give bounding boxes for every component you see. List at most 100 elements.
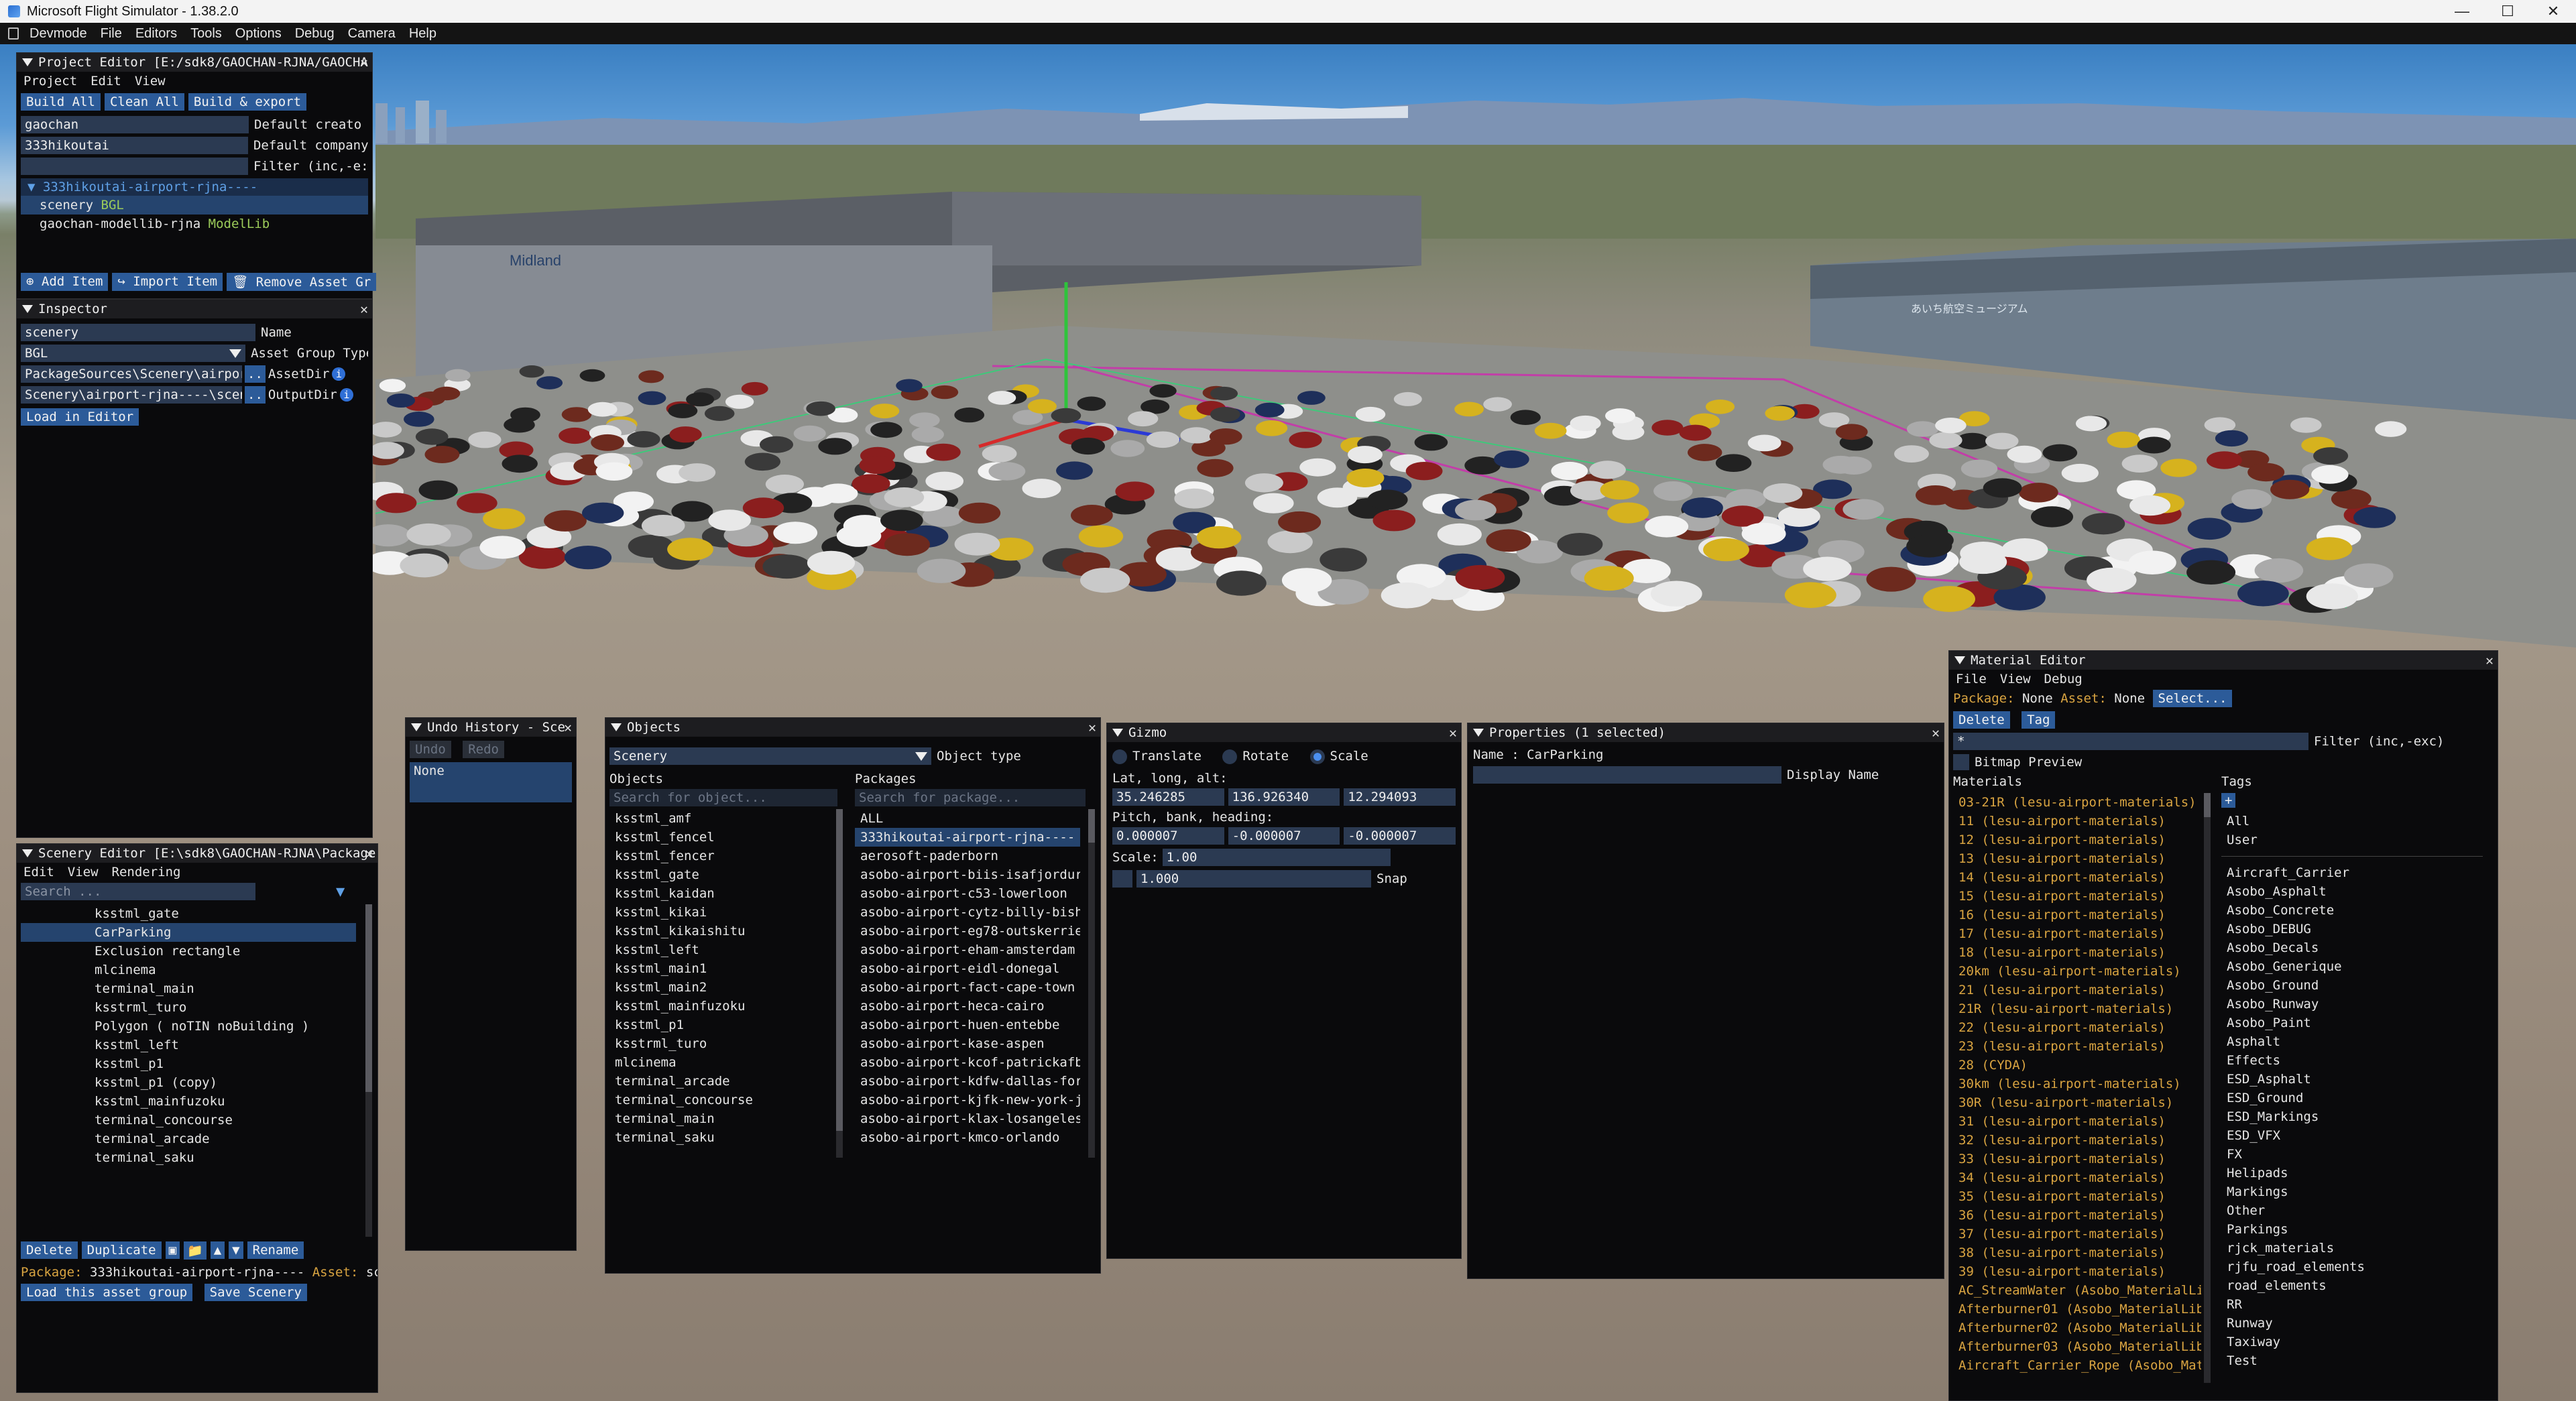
tag-list-item[interactable]: FX	[2221, 1145, 2483, 1164]
close-icon[interactable]: ✕	[360, 301, 368, 317]
materials-scrollbar[interactable]	[2204, 793, 2211, 1383]
object-list-item[interactable]: ksstrml_turo	[609, 1034, 824, 1053]
material-list-item[interactable]: 34 (lesu-airport-materials)	[1953, 1168, 2201, 1187]
material-list-item[interactable]: 18 (lesu-airport-materials)	[1953, 943, 2201, 962]
tag-list-item[interactable]: RR	[2221, 1295, 2483, 1314]
tag-list-item[interactable]: Asobo_Asphalt	[2221, 882, 2483, 901]
material-list-item[interactable]: 33 (lesu-airport-materials)	[1953, 1150, 2201, 1168]
material-list-item[interactable]: Afterburner03 (Asobo_MaterialLib)	[1953, 1337, 2201, 1356]
object-list-item[interactable]: ksstml_kaidan	[609, 884, 824, 903]
load-asset-group-button[interactable]: Load this asset group	[21, 1284, 193, 1301]
menu-file[interactable]: File	[1956, 672, 1987, 686]
close-icon[interactable]: ✕	[365, 845, 373, 861]
object-list-item[interactable]: ksstml_fencer	[609, 847, 824, 865]
object-list-item[interactable]: ksstml_p1	[609, 1016, 824, 1034]
tag-list-item[interactable]: Asobo_Generique	[2221, 957, 2483, 976]
minimize-button[interactable]: —	[2439, 0, 2485, 23]
tag-list-item[interactable]: Asobo_DEBUG	[2221, 920, 2483, 938]
translate-radio[interactable]: Translate	[1112, 749, 1202, 764]
package-list-item[interactable]: asobo-airport-biis-isafjordur	[855, 865, 1080, 884]
package-list-item[interactable]: asobo-airport-klax-losangeles	[855, 1109, 1080, 1128]
project-editor-titlebar[interactable]: Project Editor [E:/sdk8/GAOCHAN-RJNA/GAO…	[17, 53, 372, 72]
material-list-item[interactable]: 22 (lesu-airport-materials)	[1953, 1018, 2201, 1037]
material-list-item[interactable]: 13 (lesu-airport-materials)	[1953, 849, 2201, 868]
material-list-item[interactable]: Afterburner02 (Asobo_MaterialLib)	[1953, 1319, 2201, 1337]
tag-list-item[interactable]: ESD_Markings	[2221, 1107, 2483, 1126]
bank-field[interactable]: -0.000007	[1228, 827, 1340, 845]
collapse-icon[interactable]	[611, 723, 622, 731]
material-list-item[interactable]: 32 (lesu-airport-materials)	[1953, 1131, 2201, 1150]
collapse-icon[interactable]	[411, 723, 422, 731]
maximize-button[interactable]: ☐	[2485, 0, 2530, 23]
object-list-item[interactable]: terminal_concourse	[609, 1091, 824, 1109]
menu-tools[interactable]: Tools	[184, 26, 229, 42]
latitude-field[interactable]: 35.246285	[1112, 788, 1224, 806]
package-list-item[interactable]: asobo-airport-eham-amsterdam	[855, 940, 1080, 959]
save-scenery-button[interactable]: Save Scenery	[204, 1284, 307, 1301]
material-list-item[interactable]: 11 (lesu-airport-materials)	[1953, 812, 2201, 831]
build-all-button[interactable]: Build All	[21, 93, 101, 111]
inspector-titlebar[interactable]: Inspector ✕	[17, 300, 372, 318]
scale-radio[interactable]: Scale	[1309, 749, 1368, 764]
material-list-item[interactable]: 30km (lesu-airport-materials)	[1953, 1075, 2201, 1093]
material-filter-input[interactable]: *	[1953, 733, 2308, 750]
group-icon[interactable]: ▣	[165, 1241, 180, 1259]
object-list-scrollbar[interactable]	[836, 809, 843, 1158]
package-list-scrollbar[interactable]	[1088, 809, 1095, 1158]
package-list-item[interactable]: asobo-airport-eg78-outskerries	[855, 922, 1080, 940]
scenery-list-item[interactable]: ksstml_p1 (copy)	[21, 1073, 356, 1092]
filter-icon[interactable]: ▼	[336, 884, 345, 900]
info-icon[interactable]: i	[339, 388, 353, 402]
gizmo-titlebar[interactable]: Gizmo ✕	[1107, 723, 1461, 742]
pitch-field[interactable]: 0.000007	[1112, 827, 1224, 845]
rename-button[interactable]: Rename	[247, 1241, 304, 1259]
add-tag-button[interactable]: +	[2221, 793, 2236, 808]
material-list-item[interactable]: 36 (lesu-airport-materials)	[1953, 1206, 2201, 1225]
menu-project[interactable]: Project	[23, 74, 77, 88]
material-list-item[interactable]: 21R (lesu-airport-materials)	[1953, 999, 2201, 1018]
scenery-search-input[interactable]: Search ...	[21, 883, 255, 900]
load-in-editor-button[interactable]: Load in Editor	[21, 408, 139, 426]
material-list-item[interactable]: 28 (CYDA)	[1953, 1056, 2201, 1075]
folder-icon[interactable]: 📁	[184, 1241, 207, 1260]
package-list-item[interactable]: asobo-airport-kase-aspen	[855, 1034, 1080, 1053]
asset-dir-browse-button[interactable]: ..	[245, 365, 266, 383]
close-icon[interactable]: ✕	[2485, 652, 2494, 668]
tree-root[interactable]: ▼ 333hikoutai-airport-rjna----	[21, 178, 368, 196]
tag-list-item[interactable]: Asobo_Ground	[2221, 976, 2483, 995]
material-list-item[interactable]: AC_StreamWater (Asobo_MaterialLib	[1953, 1281, 2201, 1300]
build-export-button[interactable]: Build & export	[188, 93, 307, 111]
close-icon[interactable]: ✕	[1932, 725, 1940, 741]
properties-titlebar[interactable]: Properties (1 selected) ✕	[1468, 723, 1944, 742]
material-list-item[interactable]: 35 (lesu-airport-materials)	[1953, 1187, 2201, 1206]
output-dir-field[interactable]: Scenery\airport-rjna----\scener	[21, 386, 242, 404]
tag-list-item[interactable]: Asobo_Concrete	[2221, 901, 2483, 920]
material-list-item[interactable]: 12 (lesu-airport-materials)	[1953, 831, 2201, 849]
display-name-field[interactable]	[1473, 766, 1781, 784]
altitude-field[interactable]: 12.294093	[1344, 788, 1456, 806]
close-icon[interactable]: ✕	[360, 54, 368, 70]
undo-history-titlebar[interactable]: Undo History - Sce ✕	[406, 718, 576, 737]
object-list-item[interactable]: ksstml_main1	[609, 959, 824, 978]
company-field[interactable]: 333hikoutai	[21, 137, 248, 154]
menu-camera[interactable]: Camera	[341, 26, 402, 42]
package-list-item[interactable]: asobo-airport-cytz-billy-bisho	[855, 903, 1080, 922]
tag-list-item[interactable]: ESD_Ground	[2221, 1089, 2483, 1107]
duplicate-button[interactable]: Duplicate	[81, 1241, 162, 1259]
tag-filter-item[interactable]: All	[2221, 812, 2483, 831]
object-list-item[interactable]: mlcinema	[609, 1053, 824, 1072]
material-list-item[interactable]: 39 (lesu-airport-materials)	[1953, 1262, 2201, 1281]
scenery-list-item[interactable]: ksstml_left	[21, 1036, 356, 1054]
undo-button[interactable]: Undo	[410, 741, 451, 758]
close-icon[interactable]: ✕	[1088, 719, 1096, 735]
tag-list-item[interactable]: Asobo_Runway	[2221, 995, 2483, 1014]
asset-dir-field[interactable]: PackageSources\Scenery\airport-	[21, 365, 242, 383]
undo-history-list[interactable]: None	[410, 762, 572, 802]
heading-field[interactable]: -0.000007	[1344, 827, 1456, 845]
material-list-item[interactable]: 15 (lesu-airport-materials)	[1953, 887, 2201, 906]
menu-options[interactable]: Options	[229, 26, 288, 42]
add-item-button[interactable]: ⊕ Add Item	[21, 273, 109, 291]
object-list-item[interactable]: ksstml_left	[609, 940, 824, 959]
package-list-item[interactable]: asobo-airport-c53-lowerloon	[855, 884, 1080, 903]
package-list-item[interactable]: asobo-airport-fact-cape-town	[855, 978, 1080, 997]
